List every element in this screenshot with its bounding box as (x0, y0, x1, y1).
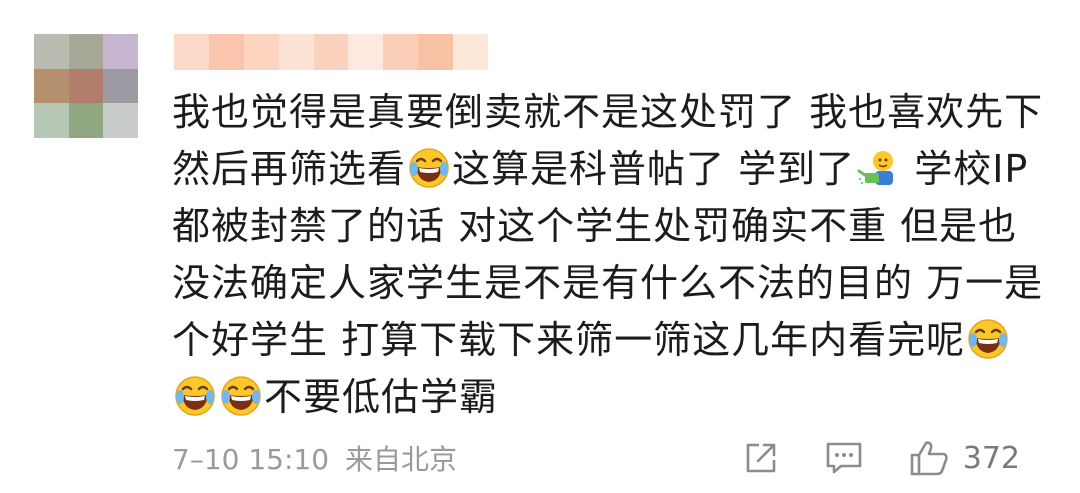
comment-location: 来自北京 (345, 443, 458, 476)
comment-time: 7–10 15:10 (172, 443, 330, 476)
watering-can-emoji (857, 147, 899, 189)
username-blurred[interactable] (174, 34, 488, 70)
comment-text-segment: 不要低估学霸 (264, 375, 499, 419)
comment-icon (826, 442, 862, 474)
laugh-cry-emoji (408, 147, 450, 189)
comment-text: 我也觉得是真要倒卖就不是这处罚了 我也喜欢先下然后再筛选看 这算是科普帖了 学到了… (172, 84, 1052, 426)
comment-actions: 372 (697, 433, 1020, 483)
like-count: 372 (962, 440, 1020, 476)
avatar[interactable] (34, 34, 138, 138)
comment-text-segment: 这算是科普帖了 学到了 (452, 147, 856, 191)
share-icon (746, 443, 776, 473)
laugh-cry-emoji (174, 375, 216, 417)
comment-meta: 7–10 15:10 来自北京 (172, 438, 457, 478)
like-button[interactable]: 372 (909, 439, 1020, 477)
thumbs-up-icon (910, 441, 948, 476)
laugh-cry-emoji (967, 318, 1009, 360)
laugh-cry-emoji (220, 375, 262, 417)
share-button[interactable] (743, 440, 779, 476)
comment-footer: 7–10 15:10 来自北京 372 (172, 433, 1050, 483)
comment-button[interactable] (825, 440, 863, 476)
